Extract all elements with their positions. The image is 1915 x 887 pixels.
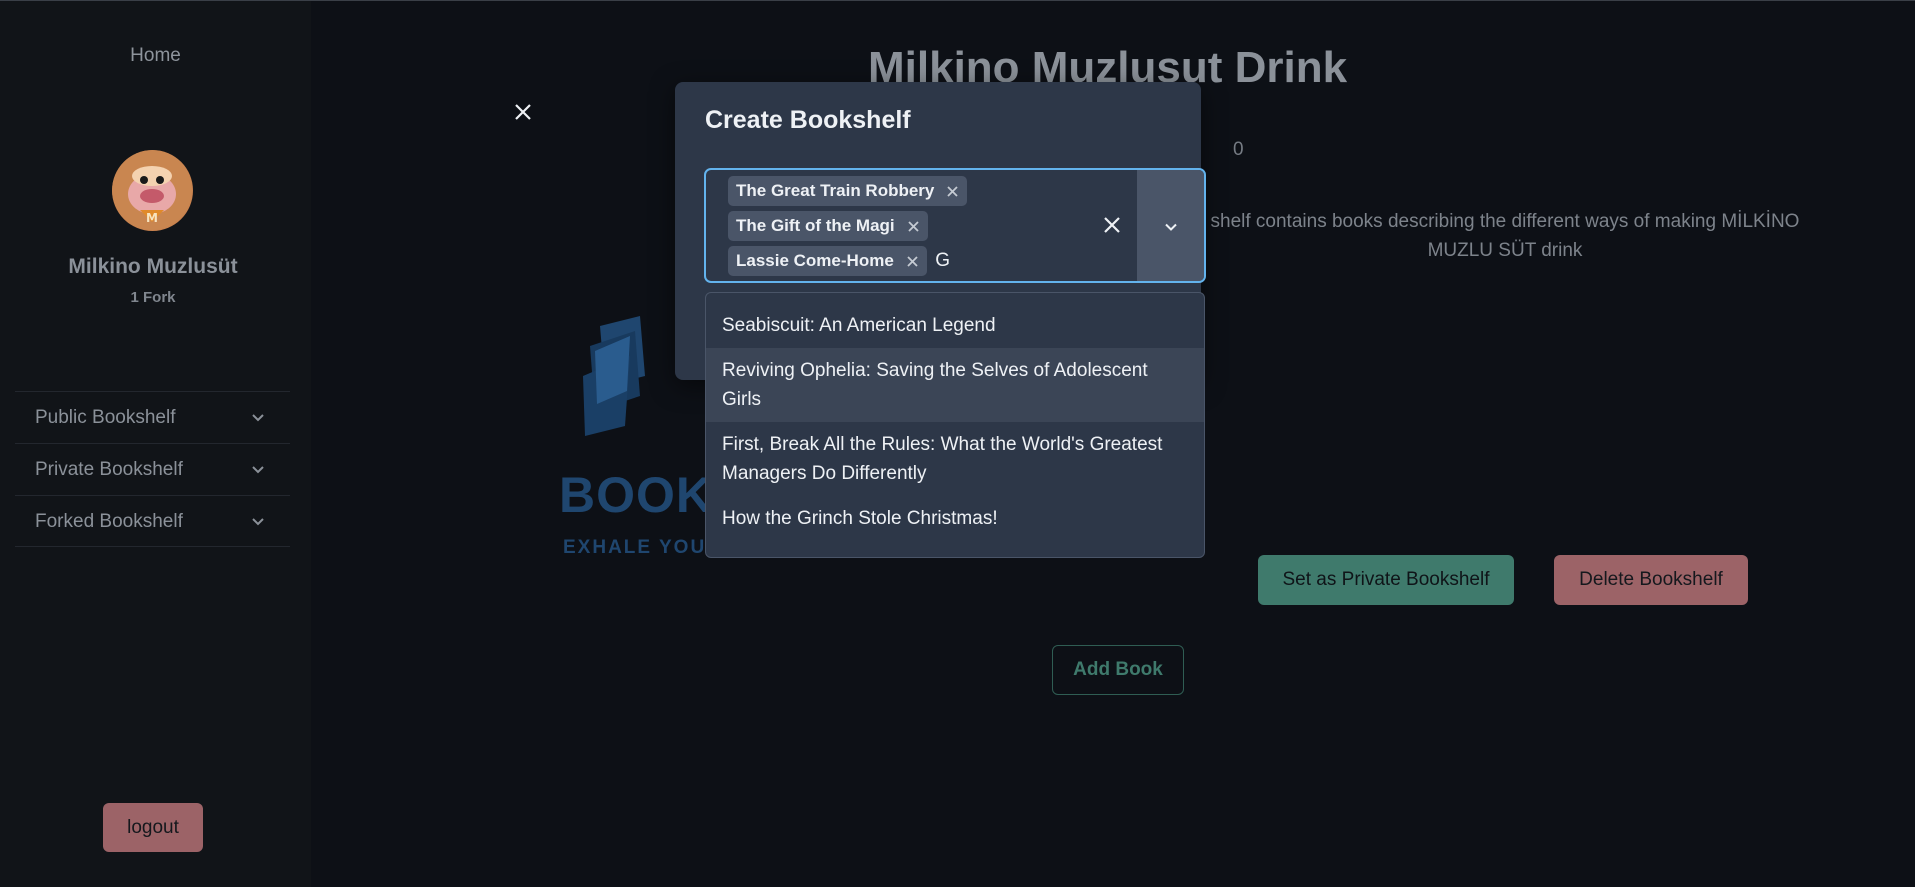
tag-label: Lassie Come-Home xyxy=(736,251,894,270)
book-search-input[interactable] xyxy=(935,250,976,272)
tag-label: The Gift of the Magi xyxy=(736,216,895,235)
selected-book-tag: Lassie Come-Home xyxy=(728,246,927,276)
book-option[interactable]: Reviving Ophelia: Saving the Selves of A… xyxy=(706,348,1204,422)
sidebar-item-label: Private Bookshelf xyxy=(35,459,183,480)
book-options-dropdown: Seabiscuit: An American Legend Reviving … xyxy=(705,292,1205,558)
set-private-bookshelf-button[interactable]: Set as Private Bookshelf xyxy=(1258,555,1514,605)
sidebar-item-public-bookshelf[interactable]: Public Bookshelf xyxy=(15,391,290,443)
chevron-down-icon xyxy=(252,518,264,526)
sidebar-item-private-bookshelf[interactable]: Private Bookshelf xyxy=(15,443,290,495)
logo-text: BOOK xyxy=(559,467,713,523)
clear-selection-icon[interactable] xyxy=(1102,215,1122,235)
book-option[interactable]: First, Break All the Rules: What the Wor… xyxy=(706,422,1204,496)
book-multiselect[interactable]: The Great Train Robbery The Gift of the … xyxy=(704,168,1206,283)
sidebar-item-label: Forked Bookshelf xyxy=(35,511,183,532)
sidebar-nav: Public Bookshelf Private Bookshelf Forke… xyxy=(15,391,290,547)
selected-book-tag: The Great Train Robbery xyxy=(728,176,968,206)
sidebar: Home M Milkino Muzlusüt 1 Fork Public Bo… xyxy=(0,1,311,887)
selected-tags: The Great Train Robbery The Gift of the … xyxy=(728,176,1088,281)
user-name: Milkino Muzlusüt xyxy=(68,255,238,278)
chevron-down-icon xyxy=(252,414,264,422)
sidebar-item-forked-bookshelf[interactable]: Forked Bookshelf xyxy=(15,495,290,547)
remove-tag-icon[interactable] xyxy=(946,185,959,198)
remove-tag-icon[interactable] xyxy=(907,220,920,233)
bookshelf-description: shelf contains books describing the diff… xyxy=(1210,211,1800,261)
modal-title: Create Bookshelf xyxy=(705,106,911,134)
delete-bookshelf-button[interactable]: Delete Bookshelf xyxy=(1554,555,1748,605)
logo-tagline: EXHALE YOU xyxy=(563,537,707,558)
close-icon[interactable] xyxy=(513,102,533,122)
selected-book-tag: The Gift of the Magi xyxy=(728,211,928,241)
sidebar-item-label: Public Bookshelf xyxy=(35,407,176,428)
remove-tag-icon[interactable] xyxy=(906,255,919,268)
svg-text:M: M xyxy=(146,211,158,225)
chevron-down-icon xyxy=(1165,223,1177,231)
bookshelf-stat: 0 xyxy=(1233,139,1244,160)
logout-button[interactable]: logout xyxy=(103,803,203,852)
tag-label: The Great Train Robbery xyxy=(736,181,935,200)
dropdown-toggle-button[interactable] xyxy=(1137,170,1204,281)
book-option[interactable]: How the Grinch Stole Christmas! xyxy=(706,496,1204,541)
avatar: M xyxy=(112,150,193,231)
book-option[interactable]: Seabiscuit: An American Legend xyxy=(706,303,1204,348)
add-book-button[interactable]: Add Book xyxy=(1052,645,1184,695)
chevron-down-icon xyxy=(252,466,264,474)
home-link[interactable]: Home xyxy=(0,45,311,67)
fork-count: 1 Fork xyxy=(130,289,176,306)
